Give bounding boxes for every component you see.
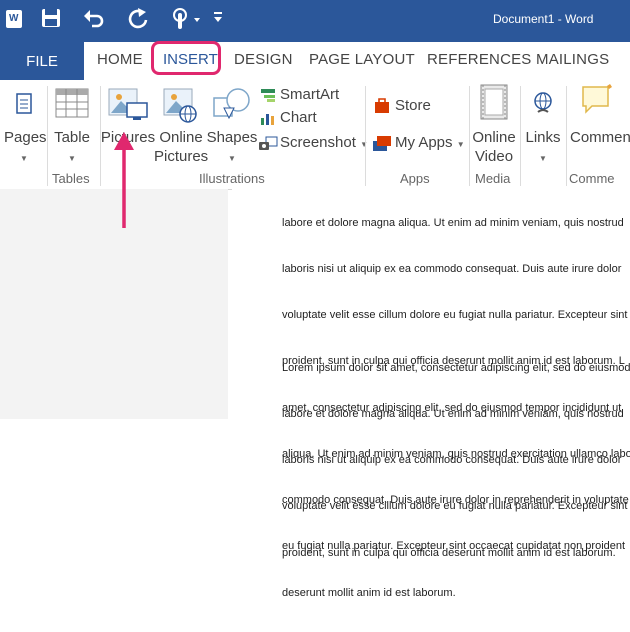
redo-icon[interactable]: [126, 6, 150, 30]
tab-design[interactable]: DESIGN: [234, 51, 293, 68]
links-icon: [534, 92, 552, 113]
shapes-label: Shapes: [206, 129, 258, 146]
store-icon: [375, 98, 389, 113]
links-label: Links: [525, 129, 561, 146]
online-video-button[interactable]: Online Video: [468, 128, 520, 166]
new-comment-icon: [582, 84, 612, 114]
online-pictures-label-1: Online: [159, 129, 203, 146]
screenshot-label: Screenshot: [280, 134, 356, 151]
online-video-label-1: Online: [472, 129, 516, 146]
pages-label: Pages: [4, 129, 47, 146]
links-button[interactable]: Links ▼: [524, 128, 562, 168]
tab-home[interactable]: HOME: [97, 51, 143, 68]
word-icon[interactable]: W: [6, 10, 22, 28]
screenshot-icon: [259, 136, 278, 150]
pages-icon: [16, 93, 32, 114]
chevron-down-icon: ▼: [228, 154, 236, 163]
pages-button[interactable]: Pages ▼: [4, 128, 47, 168]
comment-button[interactable]: Comment: [570, 128, 630, 147]
online-pictures-label-2: Pictures: [154, 148, 209, 165]
tables-group-label: Tables: [52, 171, 90, 186]
online-video-icon: [480, 84, 508, 120]
online-video-label-2: Video: [474, 148, 514, 165]
tab-page-layout[interactable]: PAGE LAYOUT: [309, 51, 415, 68]
apps-group-label: Apps: [400, 171, 430, 186]
table-icon: [55, 88, 89, 118]
online-pictures-icon: [163, 88, 197, 123]
store-button[interactable]: Store: [395, 97, 431, 114]
smartart-button[interactable]: SmartArt: [280, 86, 339, 103]
ribbon-tabs: FILE HOME INSERT DESIGN PAGE LAYOUT REFE…: [0, 41, 630, 81]
window-title: Document1 - Word: [493, 12, 594, 26]
save-icon[interactable]: [40, 7, 62, 29]
document-background: [0, 189, 228, 419]
document-page[interactable]: labore et dolore magna aliqua. Ut enim a…: [232, 189, 630, 599]
media-group-label: Media: [475, 171, 511, 186]
ribbon: Pages ▼ Table ▼ Tables Pictures Online Pic…: [0, 80, 630, 190]
shapes-icon: [213, 88, 250, 120]
online-pictures-button[interactable]: Online Pictures: [154, 128, 208, 166]
my-apps-label: My Apps: [395, 134, 453, 151]
smartart-icon: [261, 89, 275, 102]
illustrations-group-label: Illustrations: [199, 171, 265, 186]
screenshot-button[interactable]: Screenshot ▼: [280, 134, 368, 151]
table-label: Table: [54, 129, 90, 146]
word-icon-letter: W: [9, 13, 19, 24]
chart-icon: [261, 114, 274, 125]
chevron-down-icon: ▼: [20, 154, 28, 163]
tab-mailings[interactable]: MAILINGS: [536, 51, 609, 68]
my-apps-icon: [373, 136, 391, 151]
customize-icon[interactable]: [212, 10, 224, 24]
document-paragraph-2: Lorem ipsum dolor sit amet, consectetur …: [282, 361, 630, 559]
pictures-button[interactable]: Pictures: [100, 128, 156, 147]
title-bar: W Document1 - Word: [0, 0, 630, 42]
my-apps-button[interactable]: My Apps ▼: [395, 134, 465, 151]
tab-references[interactable]: REFERENCES: [427, 51, 532, 68]
tab-insert[interactable]: INSERT: [163, 51, 218, 68]
undo-icon[interactable]: [82, 6, 106, 30]
chevron-down-icon: ▼: [68, 154, 76, 163]
chart-button[interactable]: Chart: [280, 109, 317, 126]
tab-file[interactable]: FILE: [0, 42, 84, 80]
table-button[interactable]: Table ▼: [50, 128, 94, 168]
chevron-down-icon: ▼: [456, 140, 465, 149]
touch-mode-icon[interactable]: [168, 6, 202, 32]
pictures-icon: [108, 88, 148, 120]
comments-group-label: Comme: [569, 171, 615, 186]
shapes-button[interactable]: Shapes ▼: [206, 128, 258, 168]
chevron-down-icon: ▼: [539, 154, 547, 163]
